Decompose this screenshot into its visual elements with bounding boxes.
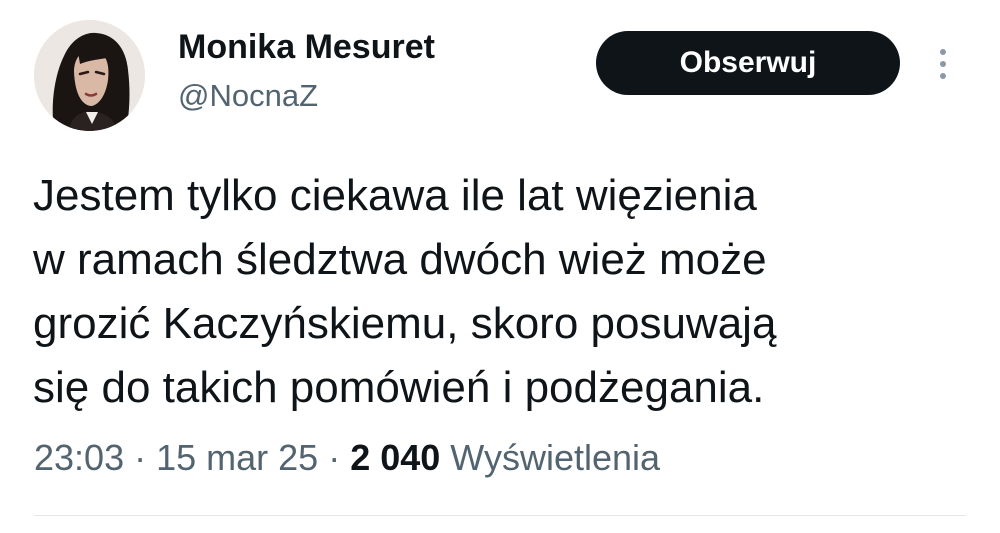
tweet-line: się do takich pomówień i podżegania. (33, 363, 765, 412)
views-count: 2 040 (350, 437, 441, 478)
meta-separator: · (318, 437, 351, 478)
more-vertical-icon (940, 61, 946, 67)
tweet-line: grozić Kaczyńskiemu, skoro posuwają (33, 299, 777, 348)
meta-separator: · (124, 437, 157, 478)
tweet-date[interactable]: 15 mar 25 (156, 437, 318, 478)
tweet-meta: 23:03 · 15 mar 25 · 2 040 Wyświetlenia (34, 436, 660, 480)
follow-button[interactable]: Obserwuj (596, 31, 900, 95)
author-handle[interactable]: @NocnaZ (178, 76, 318, 116)
divider (34, 515, 966, 516)
tweet-text: Jestem tylko ciekawa ile lat więzienia w… (33, 164, 953, 420)
more-vertical-icon (940, 73, 946, 79)
author-name[interactable]: Monika Mesuret (178, 27, 435, 67)
avatar[interactable] (34, 20, 145, 131)
tweet-time[interactable]: 23:03 (34, 437, 124, 478)
more-options-button[interactable] (928, 42, 958, 86)
tweet-line: Jestem tylko ciekawa ile lat więzienia (33, 171, 757, 220)
more-vertical-icon (940, 49, 946, 55)
tweet-line: w ramach śledztwa dwóch wież może (33, 235, 767, 284)
views-label[interactable]: Wyświetlenia (450, 437, 660, 478)
